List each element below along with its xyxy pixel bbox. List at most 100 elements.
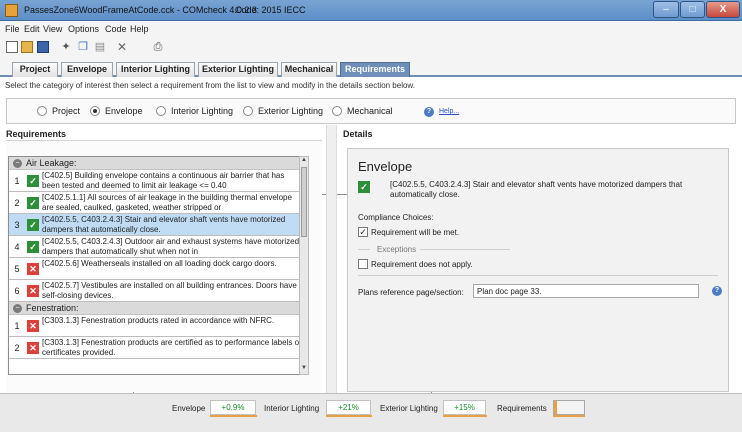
table-row[interactable]: 1 ✕ [C303.1.3] Fenestration products rat… bbox=[9, 315, 306, 337]
check-icon: ✓ bbox=[27, 196, 39, 209]
requirement-met-checkbox[interactable]: ✓ bbox=[358, 227, 368, 237]
tab-exterior-lighting[interactable]: Exterior Lighting bbox=[198, 62, 278, 77]
tab-envelope[interactable]: Envelope bbox=[61, 62, 113, 77]
toolbar: ✦ ❐ ▤ ✕ ☰ ⎙ bbox=[0, 38, 742, 413]
table-row[interactable]: 1 ✓ [C402.5] Building envelope contains … bbox=[9, 170, 306, 192]
requirements-progress-bar bbox=[553, 400, 585, 415]
requirements-title: Requirements bbox=[6, 129, 67, 139]
requirements-status-label: Requirements bbox=[497, 404, 547, 413]
menu-view[interactable]: View bbox=[43, 24, 62, 34]
envelope-status-label: Envelope bbox=[172, 404, 206, 413]
group-header[interactable]: − Fenestration: bbox=[9, 302, 306, 315]
delete-icon[interactable]: ✕ bbox=[116, 41, 128, 53]
status-underline bbox=[210, 415, 257, 417]
details-title: Details bbox=[343, 129, 373, 139]
title-bar: PassesZone6WoodFrameAtCode.cck - COMchec… bbox=[0, 0, 742, 21]
plans-reference-label: Plans reference page/section: bbox=[358, 288, 464, 297]
divider bbox=[358, 249, 370, 250]
details-heading: Envelope bbox=[358, 159, 413, 174]
radio-dot bbox=[156, 106, 166, 116]
divider bbox=[358, 275, 718, 276]
x-icon: ✕ bbox=[27, 341, 39, 354]
help-link[interactable]: Help... bbox=[439, 108, 459, 115]
print-icon[interactable]: ⎙ bbox=[152, 41, 164, 53]
table-row[interactable]: 2 ✕ [C303.1.3] Fenestration products are… bbox=[9, 337, 306, 359]
envelope-status-value: +0.9% bbox=[210, 400, 256, 415]
x-icon: ✕ bbox=[27, 284, 39, 297]
interior-status-label: Interior Lighting bbox=[264, 404, 320, 413]
instruction-text: Select the category of interest then sel… bbox=[5, 81, 415, 90]
radio-dot bbox=[243, 106, 253, 116]
copy-icon[interactable]: ❐ bbox=[77, 41, 89, 53]
open-folder-icon[interactable] bbox=[21, 41, 33, 53]
status-underline bbox=[326, 415, 372, 417]
menu-bar: File Edit View Options Code Help bbox=[0, 21, 742, 38]
exterior-status-value: +15% bbox=[443, 400, 486, 415]
collapse-icon[interactable]: − bbox=[13, 158, 22, 168]
divider bbox=[420, 249, 510, 250]
tab-strip: Project Envelope Interior Lighting Exter… bbox=[0, 57, 742, 77]
close-button[interactable]: X bbox=[706, 1, 740, 18]
category-selector: Project Envelope Interior Lighting Exter… bbox=[6, 98, 736, 124]
table-row[interactable]: 5 ✕ [C402.5.6] Weatherseals installed on… bbox=[9, 258, 306, 280]
interior-status-value: +21% bbox=[326, 400, 371, 415]
tab-interior-lighting[interactable]: Interior Lighting bbox=[116, 62, 195, 77]
requirements-list: − Air Leakage: 1 ✓ [C402.5] Building env… bbox=[8, 156, 307, 375]
split-divider[interactable] bbox=[326, 125, 337, 393]
does-not-apply-checkbox[interactable] bbox=[358, 259, 368, 269]
menu-options[interactable]: Options bbox=[68, 24, 99, 34]
paste-icon[interactable]: ▤ bbox=[94, 41, 106, 53]
x-icon: ✕ bbox=[27, 319, 39, 332]
status-bar: Envelope +0.9% Interior Lighting +21% Ex… bbox=[0, 393, 742, 432]
menu-help[interactable]: Help bbox=[130, 24, 149, 34]
does-not-apply-label: Requirement does not apply. bbox=[371, 260, 473, 269]
requirement-met-label: Requirement will be met. bbox=[371, 228, 460, 237]
status-underline bbox=[443, 415, 487, 417]
code-label: Code: 2015 IECC bbox=[235, 5, 306, 15]
window-title: PassesZone6WoodFrameAtCode.cck - COMchec… bbox=[24, 5, 257, 15]
new-file-icon[interactable] bbox=[6, 41, 18, 53]
scroll-down-icon[interactable]: ▼ bbox=[300, 365, 308, 374]
x-icon: ✕ bbox=[27, 262, 39, 275]
check-icon: ✓ bbox=[27, 218, 39, 231]
tab-project[interactable]: Project bbox=[12, 62, 58, 77]
save-icon[interactable] bbox=[37, 41, 49, 53]
tab-mechanical[interactable]: Mechanical bbox=[281, 62, 337, 77]
tab-requirements[interactable]: Requirements bbox=[340, 62, 410, 77]
collapse-icon[interactable]: − bbox=[13, 303, 22, 313]
radio-dot bbox=[37, 106, 47, 116]
radio-interior-lighting[interactable]: Interior Lighting bbox=[156, 106, 233, 116]
menu-file[interactable]: File bbox=[5, 24, 20, 34]
table-row[interactable]: 6 ✕ [C402.5.7] Vestibules are installed … bbox=[9, 280, 306, 302]
plans-reference-input[interactable]: Plan doc page 33. bbox=[473, 284, 699, 298]
minimize-button[interactable]: – bbox=[653, 1, 679, 18]
app-icon bbox=[5, 4, 18, 17]
check-icon: ✓ bbox=[358, 181, 370, 193]
radio-project[interactable]: Project bbox=[37, 106, 80, 116]
group-header[interactable]: − Air Leakage: bbox=[9, 157, 306, 170]
exterior-status-label: Exterior Lighting bbox=[380, 404, 438, 413]
help-icon[interactable]: ? bbox=[712, 286, 722, 296]
details-panel: Envelope ✓ [C402.5.5, C403.2.4.3] Stair … bbox=[347, 148, 729, 392]
exceptions-label: Exceptions bbox=[377, 245, 417, 254]
magic-wand-icon[interactable]: ✦ bbox=[60, 41, 72, 53]
radio-mechanical[interactable]: Mechanical bbox=[332, 106, 393, 116]
radio-exterior-lighting[interactable]: Exterior Lighting bbox=[243, 106, 323, 116]
table-row-selected[interactable]: 3 ✓ [C402.5.5, C403.2.4.3] Stair and ele… bbox=[9, 214, 306, 236]
compliance-choices-label: Compliance Choices: bbox=[358, 213, 434, 222]
list-scrollbar[interactable]: ▲ ▼ bbox=[299, 156, 309, 375]
table-row[interactable]: 4 ✓ [C402.5.5, C403.2.4.3] Outdoor air a… bbox=[9, 236, 306, 258]
menu-code[interactable]: Code bbox=[105, 24, 127, 34]
scroll-up-icon[interactable]: ▲ bbox=[300, 157, 308, 166]
radio-dot bbox=[332, 106, 342, 116]
menu-edit[interactable]: Edit bbox=[24, 24, 40, 34]
radio-envelope[interactable]: Envelope bbox=[90, 106, 143, 116]
requirement-text: [C402.5.5, C403.2.4.3] Stair and elevato… bbox=[390, 180, 683, 199]
radio-dot-selected bbox=[90, 106, 100, 116]
table-row[interactable]: 2 ✓ [C402.5.1.1] All sources of air leak… bbox=[9, 192, 306, 214]
maximize-button[interactable]: □ bbox=[680, 1, 705, 18]
help-icon[interactable]: ? bbox=[424, 107, 434, 117]
scroll-thumb[interactable] bbox=[301, 167, 307, 237]
check-icon: ✓ bbox=[27, 174, 39, 187]
status-underline bbox=[553, 415, 585, 417]
